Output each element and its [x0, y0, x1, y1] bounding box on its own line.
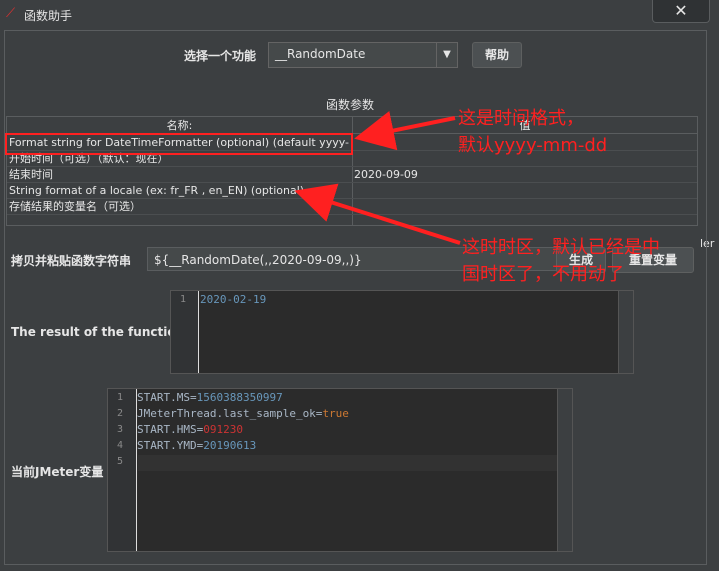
annotation-text: 默认yyyy-mm-dd [458, 135, 608, 156]
annotation-text: 这是时间格式， [458, 108, 584, 129]
annotation-text: 这时时区，默认已经是中 [462, 237, 660, 258]
annotation-arrow [354, 110, 456, 151]
annotation-text: 国时区了，不用动了 [462, 264, 624, 285]
annotation-arrow [294, 183, 461, 245]
